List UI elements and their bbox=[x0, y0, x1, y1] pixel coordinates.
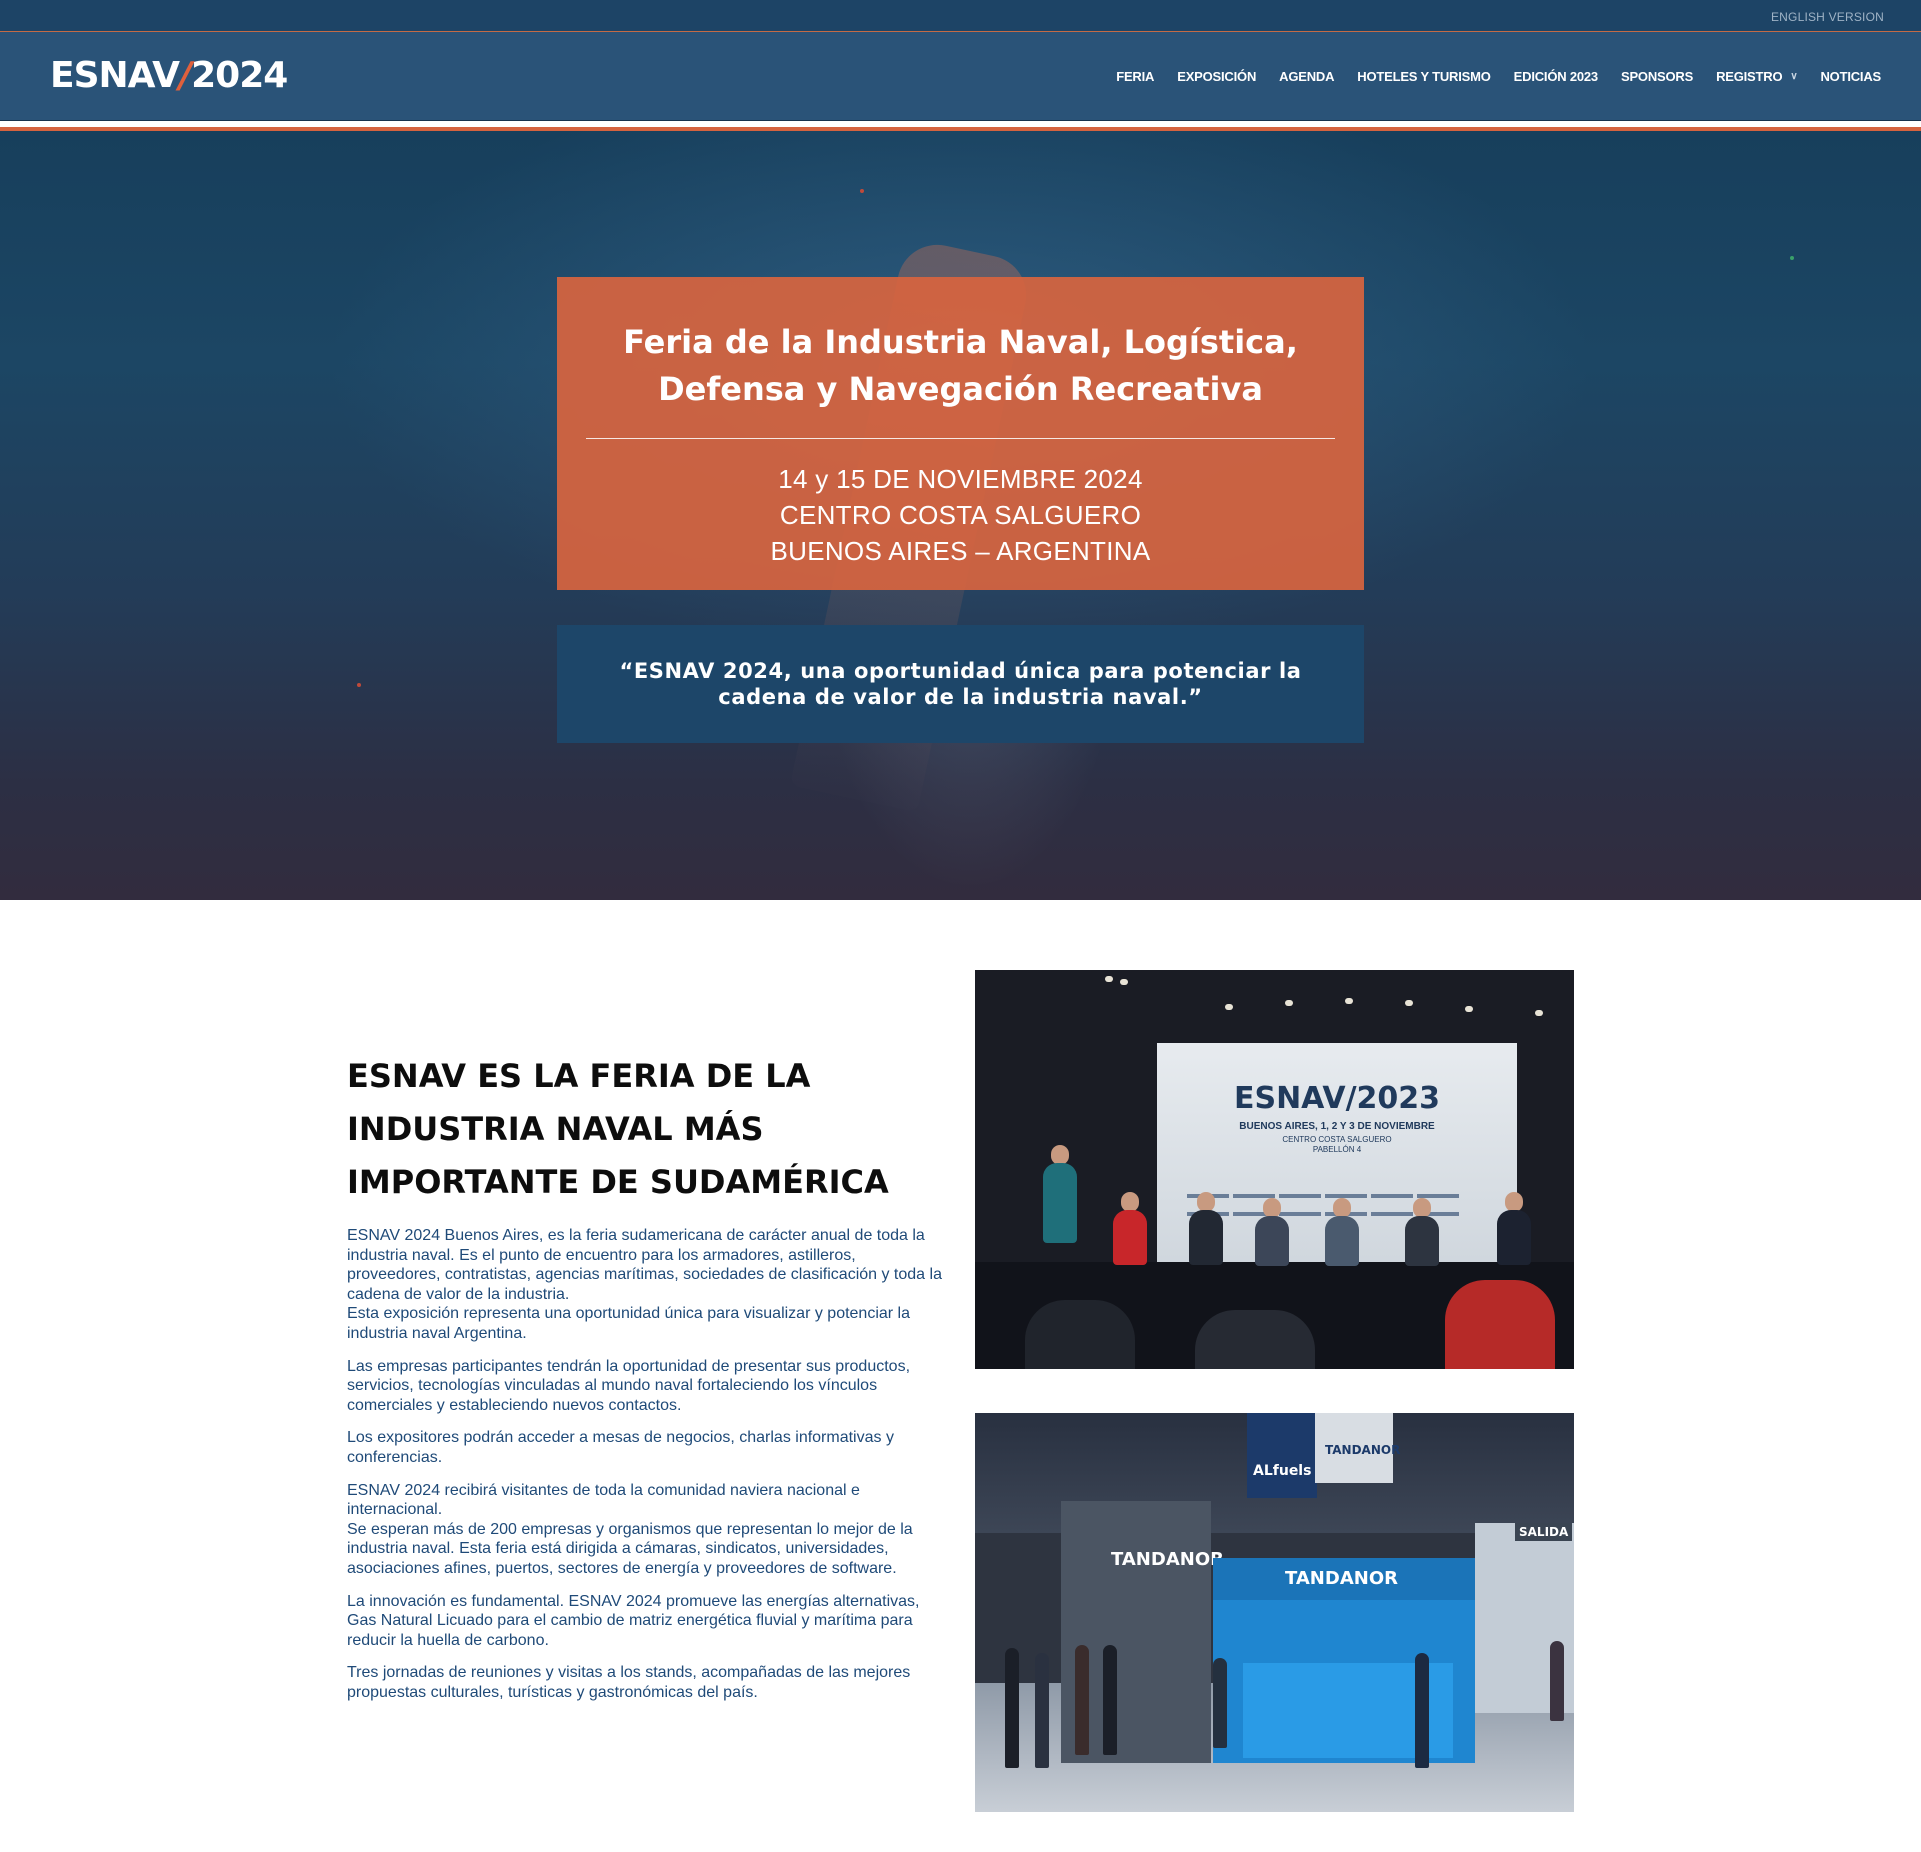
panelist-head bbox=[1197, 1192, 1215, 1212]
nav-item-agenda[interactable]: AGENDA bbox=[1279, 69, 1334, 84]
audience-member bbox=[1195, 1310, 1315, 1369]
audience-member bbox=[1025, 1300, 1135, 1369]
booth-sign-grey: TANDANOR bbox=[1111, 1549, 1224, 1570]
logo-text: ESNAV bbox=[50, 55, 180, 96]
about-paragraph: Las empresas participantes tendrán la op… bbox=[347, 1357, 911, 1414]
hero-divider bbox=[586, 438, 1335, 439]
exit-sign: SALIDA bbox=[1515, 1523, 1573, 1541]
hero-buoy bbox=[860, 189, 864, 193]
panelist bbox=[1325, 1216, 1359, 1266]
panelist bbox=[1255, 1216, 1289, 1266]
site-logo[interactable]: ESNAV/2024 bbox=[50, 54, 288, 98]
panelist-head bbox=[1333, 1198, 1351, 1218]
banner-brand: TANDANOR bbox=[1325, 1443, 1401, 1457]
speaker-head bbox=[1051, 1145, 1069, 1165]
event-venue: CENTRO COSTA SALGUERO bbox=[779, 500, 1142, 530]
chevron-down-icon: ∨ bbox=[1790, 70, 1798, 82]
about-paragraph: Los expositores podrán acceder a mesas d… bbox=[347, 1429, 894, 1466]
about-paragraph: Tres jornadas de reuniones y visitas a l… bbox=[347, 1664, 911, 1701]
booth-sign-blue: TANDANOR bbox=[1285, 1568, 1398, 1589]
panelist-head bbox=[1121, 1192, 1139, 1212]
audience-member bbox=[1445, 1280, 1555, 1369]
event-location: BUENOS AIRES – ARGENTINA bbox=[770, 536, 1151, 566]
event-date: 14 y 15 DE NOVIEMBRE 2024 bbox=[778, 464, 1143, 494]
panelist bbox=[1405, 1216, 1439, 1266]
nav-item-sponsors[interactable]: SPONSORS bbox=[1621, 69, 1693, 84]
hero-boat bbox=[357, 683, 361, 687]
hero-title: Feria de la Industria Naval, Logística, … bbox=[623, 323, 1298, 408]
about-paragraph: Se esperan más de 200 empresas y organis… bbox=[347, 1520, 913, 1577]
panelist-head bbox=[1413, 1198, 1431, 1218]
event-info-box: Feria de la Industria Naval, Logística, … bbox=[557, 277, 1364, 590]
speaker bbox=[1043, 1163, 1077, 1243]
hero-section: Feria de la Industria Naval, Logística, … bbox=[0, 131, 1921, 900]
hero-quote: “ESNAV 2024, una oportunidad única para … bbox=[619, 659, 1302, 709]
about-paragraph: Esta exposición representa una oportunid… bbox=[347, 1305, 911, 1342]
quote-box: “ESNAV 2024, una oportunidad única para … bbox=[557, 625, 1364, 743]
panelist-head bbox=[1505, 1192, 1523, 1212]
banner-text: ALfuels bbox=[1253, 1463, 1312, 1479]
about-paragraph: ESNAV 2024 recibirá visitantes de toda l… bbox=[347, 1481, 860, 1519]
panelist bbox=[1189, 1210, 1223, 1265]
nav-item-registro-label: REGISTRO bbox=[1716, 68, 1783, 84]
panelist-head bbox=[1263, 1198, 1281, 1218]
nav-item-edicion-2023[interactable]: EDICIÓN 2023 bbox=[1514, 69, 1599, 84]
nav-item-noticias[interactable]: NOTICIAS bbox=[1820, 69, 1881, 84]
about-paragraph: ESNAV 2024 Buenos Aires, es la feria sud… bbox=[347, 1227, 942, 1303]
conference-panel-photo: ESNAV/2023 BUENOS AIRES, 1, 2 Y 3 DE NOV… bbox=[975, 970, 1574, 1369]
nav-item-feria[interactable]: FERIA bbox=[1116, 69, 1154, 84]
hero-buoy bbox=[1790, 256, 1794, 260]
about-paragraph: La innovación es fundamental. ESNAV 2024… bbox=[347, 1592, 920, 1649]
screen-brand: ESNAV/2023 bbox=[1233, 1081, 1441, 1116]
logo-year: 2024 bbox=[191, 55, 288, 96]
about-heading: ESNAV ES LA FERIA DE LA INDUSTRIA NAVAL … bbox=[347, 1057, 889, 1201]
panelist bbox=[1113, 1210, 1147, 1265]
hanging-banner-tandanor: TANDANOR bbox=[1315, 1413, 1400, 1483]
nav-item-hoteles-turismo[interactable]: HOTELES Y TURISMO bbox=[1357, 69, 1491, 84]
main-nav: FERIA EXPOSICIÓN AGENDA HOTELES Y TURISM… bbox=[1093, 32, 1881, 120]
site-header: ESNAV/2024 FERIA EXPOSICIÓN AGENDA HOTEL… bbox=[0, 32, 1921, 121]
hanging-banner: ALfuels bbox=[1247, 1413, 1317, 1498]
logo-slash: / bbox=[178, 55, 192, 96]
panelist bbox=[1497, 1210, 1531, 1265]
screen-hall: PABELLÓN 4 bbox=[1312, 1145, 1362, 1154]
screen-subtitle: BUENOS AIRES, 1, 2 Y 3 DE NOVIEMBRE bbox=[1239, 1121, 1435, 1132]
exhibition-booth-photo: ALfuels TANDANOR TANDANOR SALIDA TANDANO… bbox=[975, 1413, 1574, 1812]
booth-blue-header: TANDANOR bbox=[1213, 1558, 1475, 1600]
screen-venue: CENTRO COSTA SALGUERO bbox=[1282, 1135, 1392, 1144]
about-text: ESNAV 2024 Buenos Aires, es la feria sud… bbox=[347, 1226, 947, 1715]
english-version-link[interactable]: ENGLISH VERSION bbox=[1771, 10, 1884, 24]
nav-item-exposicion[interactable]: EXPOSICIÓN bbox=[1177, 69, 1256, 84]
nav-item-registro[interactable]: REGISTRO ∨ bbox=[1716, 68, 1798, 84]
top-utility-bar: ENGLISH VERSION bbox=[0, 0, 1921, 32]
